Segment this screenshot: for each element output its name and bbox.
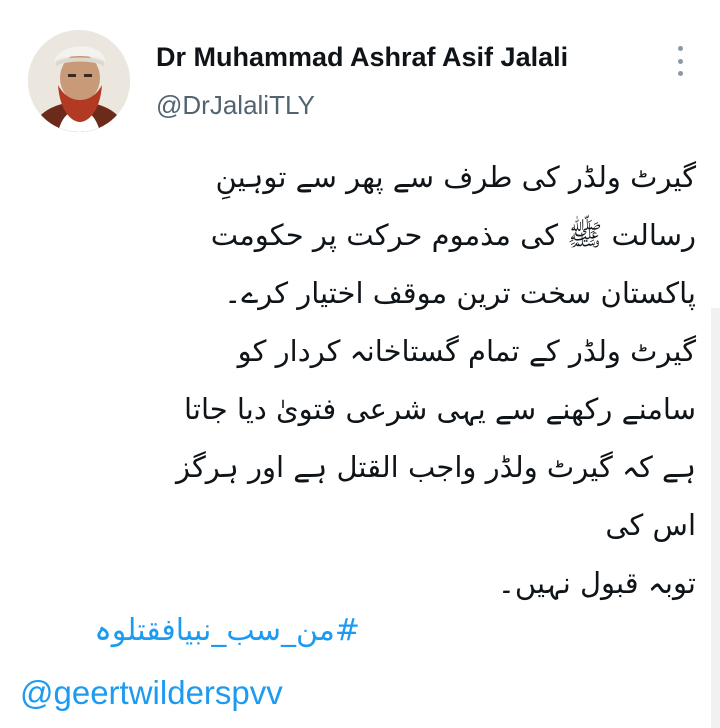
avatar[interactable] <box>28 30 130 132</box>
dot <box>677 46 683 51</box>
tweet-text-line: رسالت ﷺ کی مذموم حرکت پر حکومت <box>210 218 696 252</box>
mention-link[interactable]: @geertwilderspvv <box>20 664 283 722</box>
tweet-text: گیرٹ ولڈر کی طرف سے پھر سے توہینِ رسالت … <box>20 148 696 612</box>
tweet-text-line: پاکستان سخت ترین موقف اختیار کرے۔ <box>224 276 696 310</box>
dot <box>677 71 683 76</box>
tweet-text-line: اس کی <box>605 508 696 542</box>
user-handle[interactable]: @DrJalaliTLY <box>156 90 315 121</box>
tweet-text-line: گیرٹ ولڈر کے تمام گستاخانہ کردار کو <box>237 334 696 368</box>
hashtag-link[interactable]: #من_سب_نبیافقتلوہ <box>20 602 360 660</box>
tweet-text-line: سامنے رکھنے سے یہی شرعی فتویٰ دیا جاتا <box>184 392 696 426</box>
tweet-card: Dr Muhammad Ashraf Asif Jalali @DrJalali… <box>0 0 720 728</box>
more-vertical-icon[interactable] <box>670 46 690 76</box>
tweet-text-line: گیرٹ ولڈر کی طرف سے پھر سے توہینِ <box>215 160 696 194</box>
display-name[interactable]: Dr Muhammad Ashraf Asif Jalali <box>156 42 568 73</box>
dot <box>677 58 683 64</box>
avatar-image <box>28 30 130 132</box>
tweet-text-line: ہے کہ گیرٹ ولڈر واجب القتل ہے اور ہرگز <box>175 450 696 484</box>
scrollbar[interactable] <box>711 308 720 728</box>
